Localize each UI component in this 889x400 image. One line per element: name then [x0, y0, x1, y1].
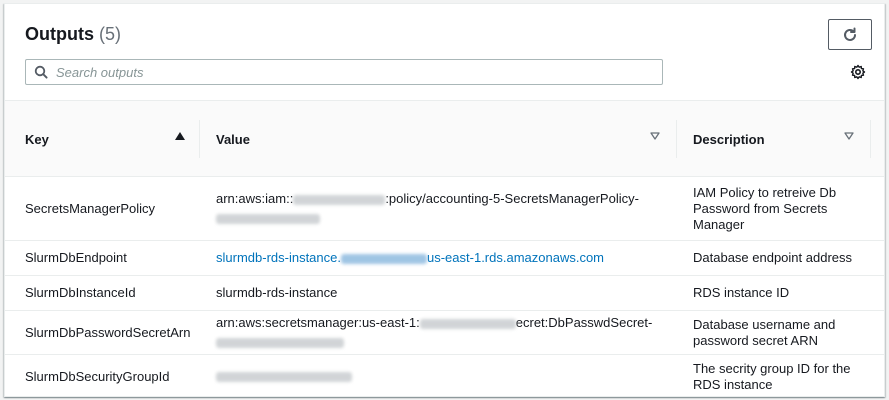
outputs-count: (5) — [99, 24, 122, 44]
redacted-text — [216, 372, 352, 382]
row-value — [216, 355, 671, 396]
row-description: RDS instance ID — [693, 285, 790, 300]
column-header-key[interactable]: Key — [25, 101, 199, 178]
search-icon — [26, 65, 56, 79]
row-value-suffix: us-east-1.rds.amazonaws.com — [427, 250, 605, 265]
row-description: Database endpoint address — [693, 250, 853, 265]
row-value: arn:aws:iam:::policy/accounting-5-Secret… — [216, 177, 671, 240]
column-header-value-label: Value — [216, 132, 250, 147]
refresh-button[interactable] — [828, 19, 872, 50]
row-description: IAM Policy to retreive Db Password from … — [693, 184, 837, 232]
row-key: SlurmDbSecurityGroupId — [25, 369, 170, 384]
row-key: SlurmDbInstanceId — [25, 285, 136, 300]
column-header-description-label: Description — [693, 132, 765, 147]
outputs-title-text: Outputs — [25, 24, 94, 44]
row-description: Database username and password secret AR… — [693, 316, 836, 348]
table-header: Key Value Description — [5, 100, 884, 178]
row-key: SlurmDbEndpoint — [25, 250, 127, 265]
row-description: The secrity group ID for the RDS instanc… — [693, 361, 851, 392]
caret-down-outline-icon — [650, 132, 660, 140]
redacted-text — [216, 337, 344, 348]
table-row: SlurmDbInstanceId slurmdb-rds-instance R… — [5, 276, 884, 311]
redacted-text — [419, 318, 516, 329]
search-input[interactable] — [56, 61, 662, 83]
redacted-text — [216, 213, 320, 224]
table-row: SlurmDbPasswordSecretArn arn:aws:secrets… — [5, 311, 884, 355]
row-value: slurmdb-rds-instance — [216, 285, 338, 300]
row-value-prefix: arn:aws:secretsmanager:us-east-1: — [216, 315, 420, 330]
row-value-prefix: slurmdb-rds-instance. — [216, 250, 341, 265]
row-value-suffix: ecret:DbPasswdSecret- — [515, 315, 653, 330]
row-value-suffix: :policy/accounting-5-SecretsManagerPolic… — [385, 191, 639, 206]
table-row: SlurmDbSecurityGroupId The secrity group… — [5, 355, 884, 396]
column-header-description[interactable]: Description — [676, 101, 870, 178]
endpoint-link[interactable]: slurmdb-rds-instance. us-east-1.rds.amazo… — [216, 250, 604, 266]
preferences-button[interactable] — [849, 63, 867, 81]
search-field[interactable] — [25, 59, 663, 85]
column-header-value[interactable]: Value — [199, 101, 676, 178]
caret-down-outline-icon — [844, 132, 854, 140]
outputs-title: Outputs (5) — [25, 23, 121, 45]
outputs-panel: Outputs (5) Key Va — [4, 3, 885, 397]
row-value: slurmdb-rds-instance. us-east-1.rds.amazo… — [216, 241, 671, 275]
column-divider — [870, 120, 871, 158]
outputs-table-body: SecretsManagerPolicy arn:aws:iam:::polic… — [5, 177, 884, 396]
column-header-key-label: Key — [25, 132, 49, 147]
refresh-icon — [844, 27, 856, 41]
row-key: SlurmDbPasswordSecretArn — [25, 324, 191, 340]
gear-icon — [850, 64, 866, 80]
table-row: SecretsManagerPolicy arn:aws:iam:::polic… — [5, 177, 884, 241]
redacted-text — [341, 253, 427, 264]
caret-up-icon — [175, 132, 185, 140]
redacted-text — [293, 194, 386, 205]
row-value: arn:aws:secretsmanager:us-east-1: ecret:D… — [216, 311, 671, 354]
table-row: SlurmDbEndpoint slurmdb-rds-instance. us-… — [5, 241, 884, 276]
row-key: SecretsManagerPolicy — [25, 200, 156, 216]
row-value-prefix: arn:aws:iam:: — [216, 191, 294, 206]
